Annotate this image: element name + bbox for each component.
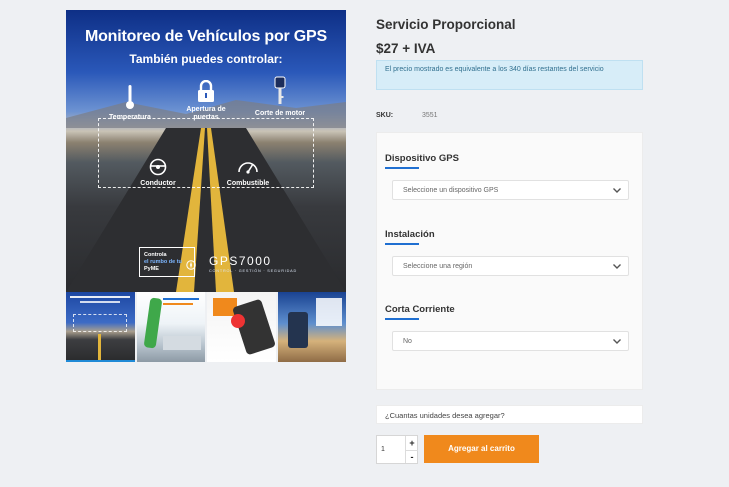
thumb-text-line (70, 296, 130, 298)
option-underline (385, 318, 419, 320)
product-options-panel: Dispositivo GPS Seleccione un dispositiv… (376, 132, 643, 390)
feature-driver: Conductor (130, 158, 186, 188)
product-price: $27 + IVA (376, 41, 436, 56)
feature-engine-cut: Corte de motor (254, 76, 306, 118)
thumb-text-panel (315, 298, 342, 326)
thumb-trucks (162, 336, 201, 350)
thumb-frame (73, 314, 127, 332)
add-to-cart-button[interactable]: Agregar al carrito (424, 435, 539, 463)
lock-icon (198, 80, 214, 102)
thumbnail-3[interactable] (207, 292, 276, 362)
thumb-phone (287, 312, 308, 348)
hero-title: Monitoreo de Vehículos por GPS (84, 28, 328, 45)
installation-select[interactable]: Seleccione una región (392, 256, 629, 276)
thermometer-icon (126, 85, 134, 109)
chevron-down-icon (613, 339, 621, 344)
chevron-down-icon (613, 188, 621, 193)
steering-wheel-icon (149, 158, 167, 176)
sku-label: SKU: (376, 112, 394, 119)
thumb-road-line (98, 334, 101, 360)
thumb-text-line (162, 298, 199, 300)
fuel-gauge-icon (238, 162, 258, 174)
sku-value: 3551 (422, 112, 438, 119)
option-label-power-cut: Corta Corriente (385, 304, 455, 315)
feature-fuel: Combustible (218, 156, 278, 188)
thumbnail-2[interactable] (136, 292, 205, 362)
feature-door: Apertura de puertas (176, 80, 236, 122)
thumb-text-line (162, 303, 193, 305)
quantity-stepper[interactable]: 1 + - (376, 435, 418, 464)
thumbnail-1[interactable] (66, 292, 135, 362)
option-label-gps-device: Dispositivo GPS (385, 153, 459, 164)
thumb-pin (231, 314, 245, 328)
price-notice: El precio mostrado es equivalente a los … (376, 60, 643, 90)
chevron-down-icon (613, 264, 621, 269)
quantity-decrement-button[interactable]: - (406, 450, 418, 463)
thumb-map-shape (143, 297, 162, 349)
product-title: Servicio Proporcional (376, 17, 516, 32)
option-underline (385, 167, 419, 169)
power-cut-select[interactable]: No (392, 331, 629, 351)
product-main-image[interactable]: Monitoreo de Vehículos por GPS También p… (66, 10, 346, 292)
option-label-installation: Instalación (385, 229, 435, 240)
thumbnail-strip (66, 292, 346, 362)
car-key-icon (274, 76, 286, 104)
hero-subtitle: También puedes controlar: (129, 52, 283, 66)
thumb-text-line (80, 301, 120, 303)
gps-device-select[interactable]: Seleccione un dispositivo GPS (392, 180, 629, 200)
brand-tagline: CONTROL · GESTIÓN · SEGURIDAD (209, 269, 298, 273)
option-underline (385, 243, 419, 245)
quantity-input[interactable]: 1 (381, 446, 385, 453)
quantity-increment-button[interactable]: + (406, 437, 418, 450)
quantity-question: ¿Cuantas unidades desea agregar? (376, 405, 643, 424)
feature-temperature: Temperatura (102, 84, 158, 122)
compass-icon (186, 260, 196, 270)
brand-name: GPS7000 (209, 254, 272, 268)
thumbnail-4[interactable] (277, 292, 346, 362)
